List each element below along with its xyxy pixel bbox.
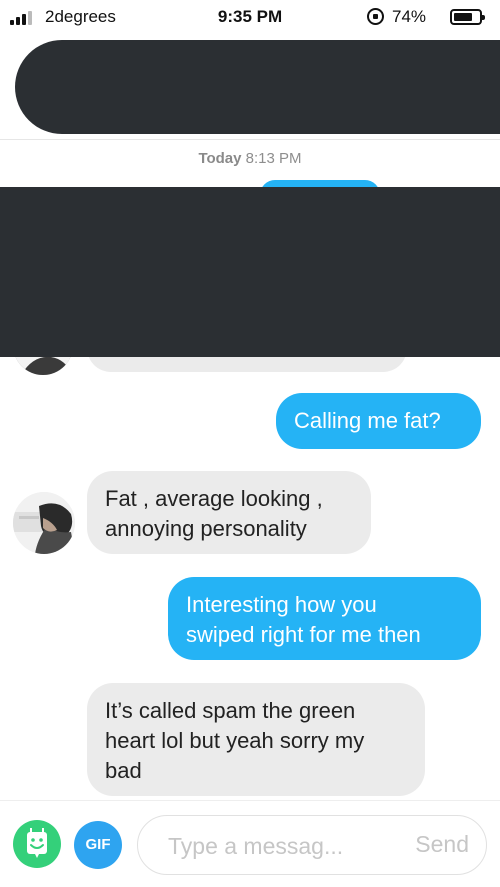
- gif-button[interactable]: GIF: [74, 821, 122, 869]
- outgoing-message[interactable]: Interesting how you swiped right for me …: [168, 577, 481, 660]
- send-button[interactable]: Send: [415, 831, 469, 858]
- message-line: It’s called spam the green: [105, 698, 356, 723]
- sticker-button[interactable]: [13, 820, 61, 868]
- message-line: bad: [105, 758, 142, 783]
- outgoing-message[interactable]: Calling me fat?: [276, 393, 481, 449]
- date-day: Today: [198, 150, 242, 167]
- date-time: 8:13 PM: [245, 150, 302, 167]
- message-input[interactable]: [168, 830, 383, 862]
- messages-redaction: [0, 187, 500, 357]
- sticker-icon: [27, 828, 47, 858]
- message-line: swiped right for me then: [186, 622, 421, 647]
- message-line: annoying personality: [105, 516, 307, 541]
- match-avatar[interactable]: [13, 492, 75, 554]
- status-bar: 2degrees 9:35 PM 74%: [0, 0, 500, 34]
- incoming-message[interactable]: It’s called spam the green heart lol but…: [87, 683, 425, 796]
- incoming-message[interactable]: Fat , average looking , annoying persona…: [87, 471, 371, 554]
- chat-header: [0, 34, 500, 140]
- message-line: Calling me fat?: [294, 408, 441, 433]
- message-line: heart lol but yeah sorry my: [105, 728, 365, 753]
- date-separator: Today 8:13 PM: [0, 150, 500, 167]
- header-redaction: [15, 40, 500, 134]
- battery-icon: [450, 9, 485, 25]
- battery-percent: 74%: [392, 7, 427, 26]
- message-input-box[interactable]: Send: [137, 815, 487, 875]
- message-composer: GIF Send: [0, 800, 500, 887]
- message-line: Interesting how you: [186, 592, 377, 617]
- orientation-lock-icon: [367, 8, 384, 25]
- message-line: Fat , average looking ,: [105, 486, 323, 511]
- battery-fill: [454, 13, 472, 21]
